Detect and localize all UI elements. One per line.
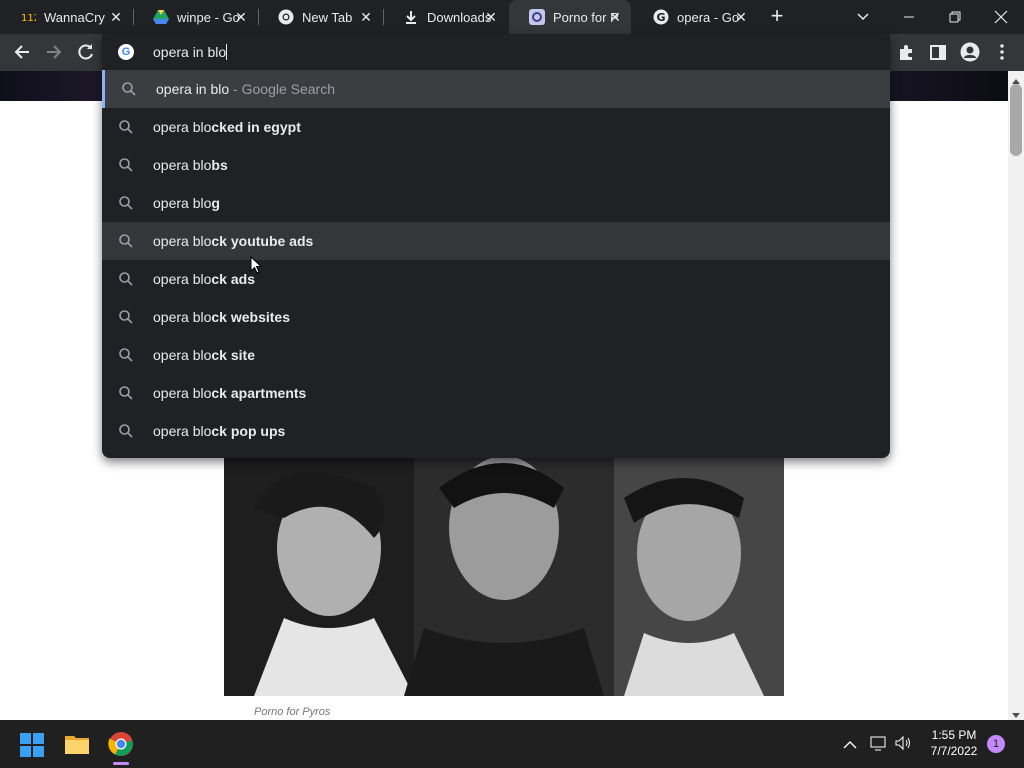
search-icon — [118, 233, 134, 249]
active-app-indicator — [113, 762, 129, 765]
notification-badge[interactable]: 1 — [987, 735, 1005, 753]
tab-opera-google[interactable]: G opera - Go ✕ — [633, 0, 757, 34]
scroll-down-arrow-icon[interactable] — [1011, 707, 1021, 718]
suggestion-item[interactable]: opera blocked in egypt — [102, 108, 890, 146]
extensions-icon[interactable] — [894, 41, 918, 63]
close-window-button[interactable] — [978, 0, 1024, 34]
profile-avatar-icon[interactable] — [958, 41, 982, 63]
svg-text:112: 112 — [21, 13, 36, 24]
wannacry-favicon: 112 — [20, 9, 36, 25]
clock-date: 7/7/2022 — [930, 744, 978, 758]
tab-downloads[interactable]: Downloads ✕ — [383, 0, 507, 34]
close-icon[interactable]: ✕ — [358, 9, 374, 25]
file-explorer-icon[interactable] — [63, 730, 91, 758]
system-clock[interactable]: 1:55 PM 7/7/2022 — [922, 727, 986, 759]
chrome-taskbar-icon[interactable] — [107, 730, 135, 758]
suggestion-text: opera blobs — [153, 157, 228, 173]
suggestion-text: opera blocked in egypt — [153, 119, 301, 135]
suggestion-text: opera block pop ups — [153, 423, 286, 439]
close-icon[interactable]: ✕ — [108, 9, 124, 25]
tab-new-tab[interactable]: New Tab ✕ — [258, 0, 382, 34]
suggestion-text: opera block ads — [153, 271, 255, 287]
suggestion-text: opera in blo - Google Search — [156, 81, 336, 97]
search-icon — [121, 81, 137, 97]
tab-winpe[interactable]: winpe - Go ✕ — [133, 0, 257, 34]
google-icon: G — [653, 9, 669, 25]
search-icon — [118, 271, 134, 287]
search-icon — [118, 309, 134, 325]
site-favicon — [529, 9, 545, 25]
network-icon[interactable] — [870, 735, 888, 751]
suggestion-text: opera block youtube ads — [153, 233, 314, 249]
suggestion-item[interactable]: opera block ads — [102, 260, 890, 298]
search-icon — [118, 195, 134, 211]
page-scrollbar[interactable] — [1008, 71, 1024, 720]
search-icon — [118, 347, 134, 363]
menu-kebab-icon[interactable] — [990, 41, 1014, 63]
forward-button[interactable] — [42, 41, 66, 63]
search-icon — [118, 423, 134, 439]
search-icon — [118, 385, 134, 401]
download-icon — [403, 9, 419, 25]
search-icon — [118, 157, 134, 173]
volume-icon[interactable] — [894, 735, 912, 751]
close-icon[interactable]: ✕ — [607, 9, 623, 25]
tab-wannacry[interactable]: 112 WannaCry ✕ — [0, 0, 132, 34]
suggestion-item[interactable]: opera blobs — [102, 146, 890, 184]
minimize-button[interactable] — [886, 0, 932, 34]
suggestion-item[interactable]: opera blog — [102, 184, 890, 222]
tab-title: WannaCry — [44, 9, 105, 25]
suggestion-item[interactable]: opera block site — [102, 336, 890, 374]
suggestion-item[interactable]: opera block apartments — [102, 374, 890, 412]
chevron-up-icon[interactable] — [843, 737, 857, 749]
clock-time: 1:55 PM — [931, 728, 977, 742]
windows-start-icon[interactable] — [19, 732, 45, 758]
band-photo — [224, 458, 784, 696]
svg-text:G: G — [657, 11, 666, 24]
reload-button[interactable] — [74, 41, 98, 63]
suggestion-text: opera blog — [153, 195, 220, 211]
suggestion-text: opera block site — [153, 347, 255, 363]
suggestion-item[interactable]: opera block websites — [102, 298, 890, 336]
address-bar-input[interactable]: opera in blo — [153, 44, 228, 60]
tab-porno-for-pyros[interactable]: Porno for P ✕ — [509, 0, 631, 34]
mouse-pointer-icon — [250, 255, 263, 279]
address-bar[interactable]: G opera in blo — [102, 34, 890, 70]
google-icon: G — [118, 44, 134, 60]
back-button[interactable] — [10, 41, 34, 63]
scrollbar-thumb[interactable] — [1010, 84, 1022, 156]
chrome-icon — [278, 9, 294, 25]
close-icon[interactable]: ✕ — [483, 9, 499, 25]
search-icon — [118, 119, 134, 135]
scroll-up-arrow-icon[interactable] — [1011, 73, 1021, 84]
suggestion-item[interactable]: opera block pop ups — [102, 412, 890, 450]
suggestion-item[interactable]: opera in blo - Google Search — [102, 70, 890, 108]
close-icon[interactable]: ✕ — [233, 9, 249, 25]
side-panel-icon[interactable] — [926, 41, 950, 63]
suggestion-text: opera block websites — [153, 309, 290, 325]
suggestion-text: opera block apartments — [153, 385, 307, 401]
google-drive-icon — [153, 9, 169, 25]
restore-button[interactable] — [932, 0, 978, 34]
new-tab-button[interactable]: + — [766, 5, 788, 28]
close-icon[interactable]: ✕ — [733, 9, 749, 25]
suggestion-item[interactable]: opera block youtube ads — [102, 222, 890, 260]
tab-search-button[interactable] — [840, 0, 886, 34]
photo-caption: Porno for Pyros — [254, 706, 331, 718]
